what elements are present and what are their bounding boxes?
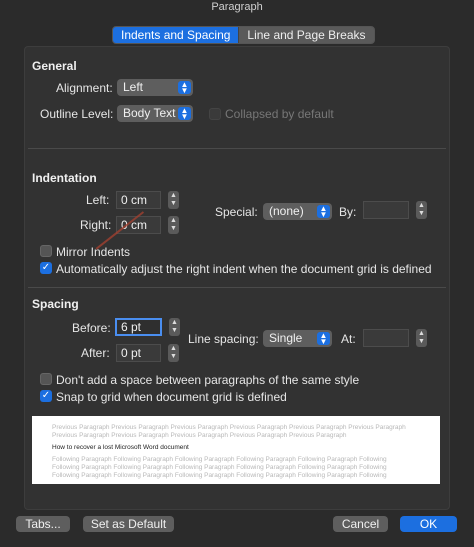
before-field[interactable]: 6 pt	[115, 318, 162, 336]
tab-line-and-page-breaks[interactable]: Line and Page Breaks	[238, 27, 374, 43]
outline-level-popup[interactable]: Body Text ▲ ▼	[117, 105, 193, 122]
by-field[interactable]	[363, 201, 409, 219]
outline-level-value: Body Text	[123, 106, 176, 120]
tabs-button[interactable]: Tabs...	[16, 516, 70, 532]
preview-following-line: Following Paragraph Following Paragraph …	[52, 456, 387, 463]
cancel-button[interactable]: Cancel	[333, 516, 388, 532]
general-heading: General	[32, 59, 77, 73]
no-space-checkbox[interactable]	[40, 373, 52, 385]
right-indent-label: Right:	[80, 218, 112, 232]
by-label: By:	[339, 205, 357, 219]
special-label: Special:	[215, 205, 258, 219]
preview-following-line: Following Paragraph Following Paragraph …	[52, 464, 387, 471]
alignment-value: Left	[123, 80, 144, 94]
preview-following-line: Following Paragraph Following Paragraph …	[52, 472, 387, 479]
line-spacing-label: Line spacing:	[188, 332, 259, 346]
at-label: At:	[341, 332, 356, 346]
at-stepper[interactable]: ▲ ▼	[416, 329, 427, 347]
before-label: Before:	[72, 321, 111, 335]
left-indent-label: Left:	[86, 193, 110, 207]
chevron-updown-icon: ▲ ▼	[317, 331, 330, 345]
outline-level-label: Outline Level:	[40, 107, 114, 121]
spacing-heading: Spacing	[32, 297, 79, 311]
left-indent-field[interactable]: 0 cm	[116, 191, 161, 209]
line-spacing-value: Single	[269, 331, 303, 345]
snap-to-grid-checkbox[interactable]: ✓	[40, 390, 52, 402]
after-field[interactable]: 0 pt	[116, 344, 161, 362]
right-indent-stepper[interactable]: ▲ ▼	[168, 216, 179, 234]
paragraph-preview: Previous Paragraph Previous Paragraph Pr…	[32, 416, 440, 484]
preview-previous-line: Previous Paragraph Previous Paragraph Pr…	[52, 432, 347, 439]
mirror-indents-checkbox[interactable]	[40, 245, 52, 257]
chevron-updown-icon: ▲ ▼	[178, 106, 191, 120]
window-title: Paragraph	[211, 1, 263, 13]
after-stepper[interactable]: ▲ ▼	[168, 344, 179, 362]
before-stepper[interactable]: ▲ ▼	[169, 318, 180, 336]
auto-adjust-label: Automatically adjust the right indent wh…	[56, 262, 432, 276]
ok-button[interactable]: OK	[400, 516, 457, 532]
right-indent-field[interactable]: 0 cm	[116, 216, 161, 234]
no-space-label: Don't add a space between paragraphs of …	[56, 373, 360, 387]
collapsed-label: Collapsed by default	[225, 107, 334, 121]
by-stepper[interactable]: ▲ ▼	[416, 201, 427, 219]
snap-to-grid-label: Snap to grid when document grid is defin…	[56, 390, 287, 404]
left-indent-stepper[interactable]: ▲ ▼	[168, 191, 179, 209]
at-field[interactable]	[363, 329, 409, 347]
tab-bar: Indents and Spacing Line and Page Breaks	[112, 26, 375, 44]
special-popup[interactable]: (none) ▲ ▼	[263, 203, 332, 220]
preview-previous-line: Previous Paragraph Previous Paragraph Pr…	[52, 424, 406, 431]
auto-adjust-checkbox[interactable]: ✓	[40, 262, 52, 274]
special-value: (none)	[269, 204, 304, 218]
alignment-popup[interactable]: Left ▲ ▼	[117, 79, 193, 96]
section-divider	[28, 287, 446, 288]
set-as-default-button[interactable]: Set as Default	[83, 516, 174, 532]
chevron-updown-icon: ▲ ▼	[178, 80, 191, 94]
collapsed-checkbox[interactable]	[209, 108, 221, 120]
mirror-indents-label: Mirror Indents	[56, 245, 131, 259]
line-spacing-popup[interactable]: Single ▲ ▼	[263, 330, 332, 347]
alignment-label: Alignment:	[56, 81, 113, 95]
tab-indents-and-spacing[interactable]: Indents and Spacing	[113, 27, 239, 43]
preview-current-paragraph: How to recover a lost Microsoft Word doc…	[52, 444, 189, 451]
after-label: After:	[81, 346, 110, 360]
section-divider	[28, 148, 446, 149]
indentation-heading: Indentation	[32, 171, 97, 185]
chevron-updown-icon: ▲ ▼	[317, 204, 330, 218]
